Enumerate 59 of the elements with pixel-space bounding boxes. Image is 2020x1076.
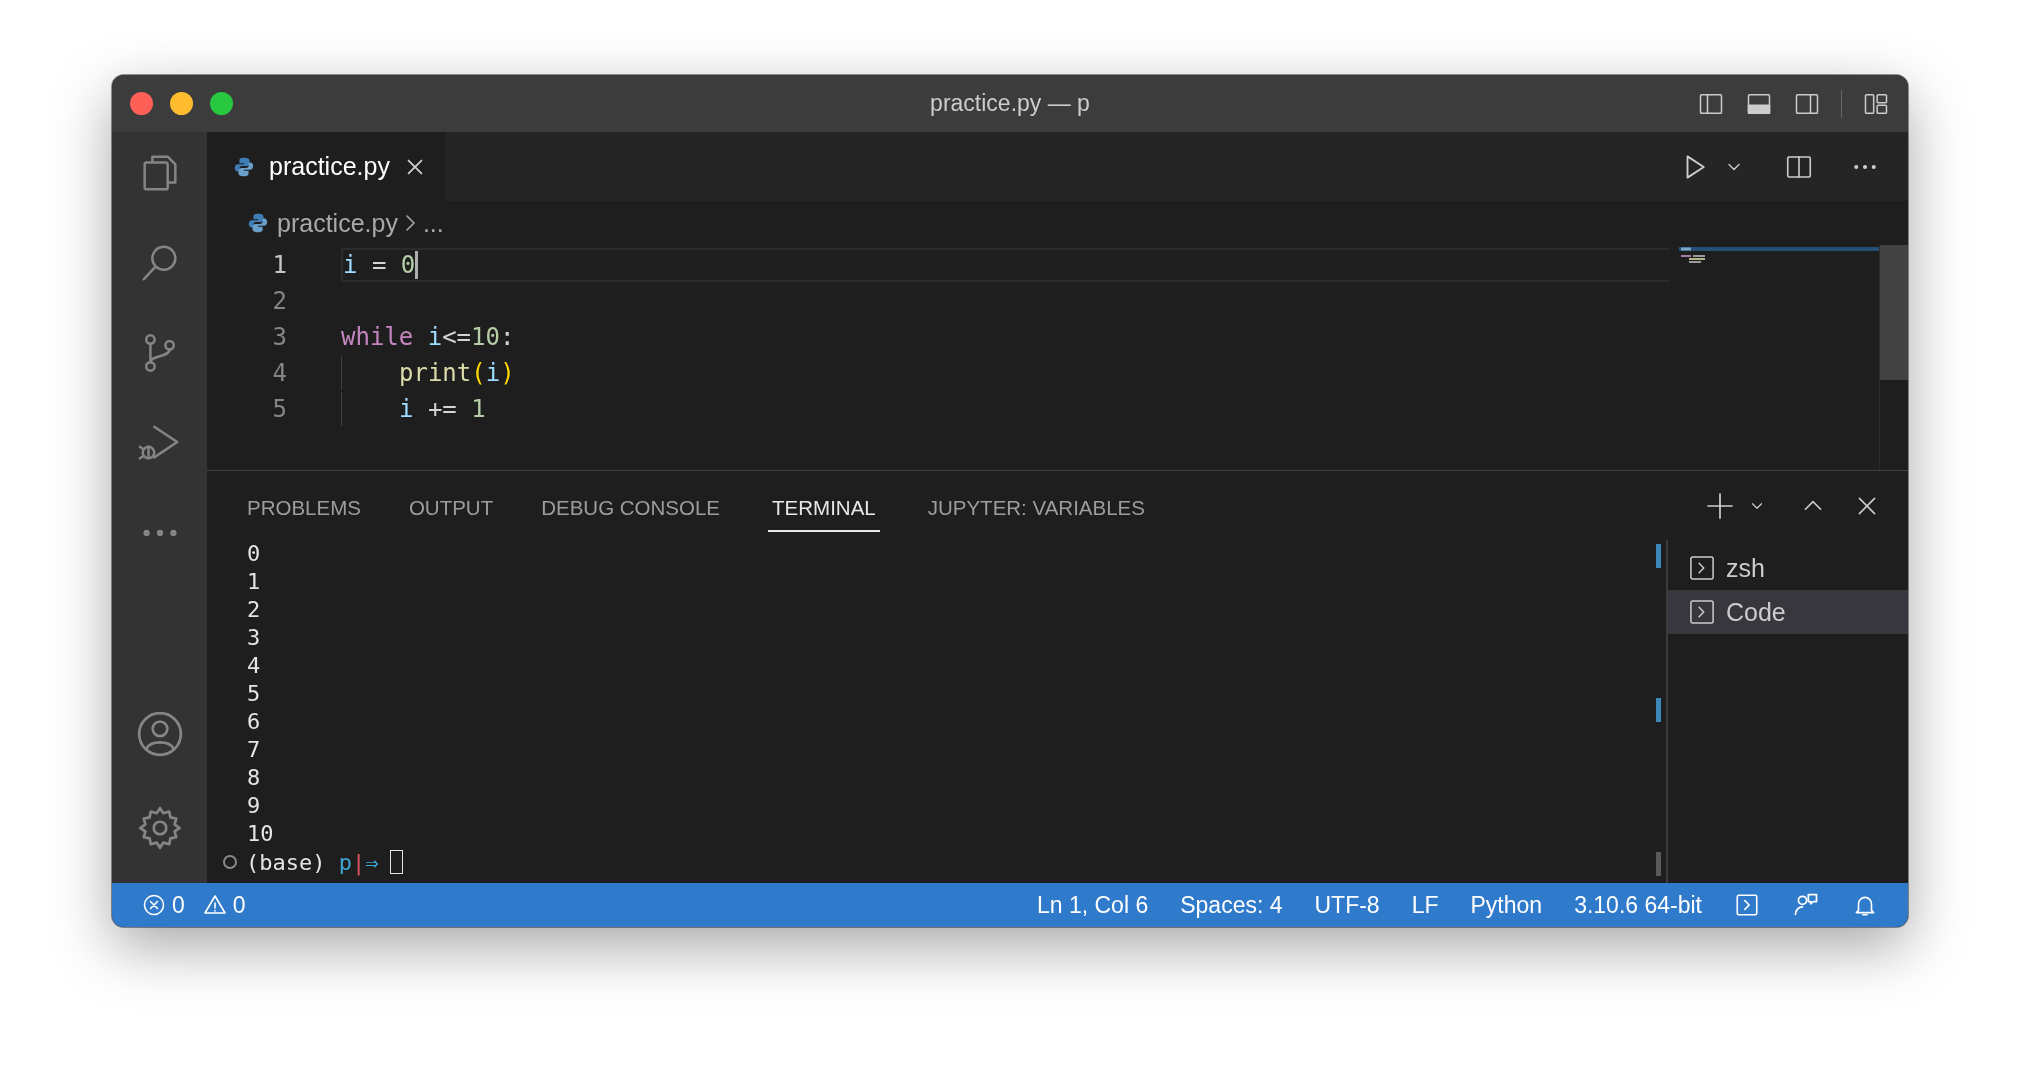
maximize-window-button[interactable] — [210, 92, 233, 115]
code-line: print(i) — [399, 359, 515, 387]
scroll-marker — [1656, 852, 1661, 876]
panel-tab[interactable]: JUPYTER: VARIABLES — [927, 483, 1145, 532]
terminal-icon[interactable] — [1734, 892, 1760, 918]
terminal-line: 5 — [247, 680, 262, 708]
panel-tab[interactable]: TERMINAL — [768, 483, 880, 532]
terminal-cursor — [390, 850, 404, 874]
terminal-line: 10 — [247, 820, 275, 848]
line-number: 1 — [271, 251, 287, 279]
terminal-line: 8 — [247, 764, 262, 792]
terminal-line: 7 — [247, 736, 262, 764]
line-number: 3 — [271, 323, 287, 351]
warning-count[interactable]: 0 — [232, 891, 246, 919]
breadcrumb-item[interactable]: practice.py — [277, 208, 398, 238]
terminal-icon — [1688, 554, 1716, 582]
terminal-prompt: (base) p|⇒ — [246, 849, 379, 875]
panel-tab[interactable]: PROBLEMS — [247, 483, 361, 532]
status-item[interactable]: LF — [1411, 891, 1439, 919]
status-item[interactable]: Ln 1, Col 6 — [1036, 891, 1149, 919]
terminal-list-item[interactable]: Code — [1668, 590, 1908, 634]
code-line: while i<=10: — [341, 323, 515, 351]
terminal-line: 4 — [247, 652, 262, 680]
status-item[interactable]: UTF-8 — [1314, 891, 1380, 919]
scroll-marker — [1656, 544, 1661, 568]
breadcrumb-item[interactable]: ... — [422, 208, 444, 238]
terminal-line: 3 — [247, 624, 262, 652]
warning-icon[interactable] — [202, 893, 227, 917]
line-number: 2 — [271, 287, 287, 315]
code-line: i = 0 — [343, 251, 416, 279]
terminal-line: 0 — [247, 540, 262, 568]
python-file-icon — [233, 155, 255, 178]
terminal-line: 2 — [247, 596, 262, 624]
circle-icon — [222, 854, 238, 870]
error-count[interactable]: 0 — [172, 891, 185, 919]
line-number: 4 — [271, 359, 287, 387]
minimize-window-button[interactable] — [170, 92, 193, 115]
editor-tab[interactable]: practice.py — [207, 132, 446, 201]
status-item[interactable]: 3.10.6 64-bit — [1574, 891, 1702, 919]
terminal-list-item[interactable]: zsh — [1668, 546, 1908, 590]
status-item[interactable]: Spaces: 4 — [1180, 891, 1283, 919]
terminal-line: 1 — [247, 568, 262, 596]
window-title: practice.py — p — [930, 90, 1090, 117]
terminal-line: 6 — [247, 708, 262, 736]
text-cursor — [415, 251, 419, 279]
panel-tab[interactable]: OUTPUT — [408, 483, 494, 532]
chevron-right-icon — [405, 215, 415, 231]
scrollbar-thumb[interactable] — [1880, 245, 1908, 380]
status-item[interactable]: Python — [1470, 891, 1543, 919]
python-file-icon — [247, 212, 269, 234]
panel-tab[interactable]: DEBUG CONSOLE — [541, 483, 721, 532]
terminal-line: 9 — [247, 792, 262, 820]
close-window-button[interactable] — [130, 92, 153, 115]
terminal-icon — [1688, 598, 1716, 626]
error-icon[interactable] — [142, 893, 166, 917]
code-line: i += 1 — [399, 395, 486, 423]
scroll-marker — [1656, 698, 1661, 722]
minimap-drawing[interactable] — [1679, 247, 1879, 263]
line-number: 5 — [271, 395, 287, 423]
